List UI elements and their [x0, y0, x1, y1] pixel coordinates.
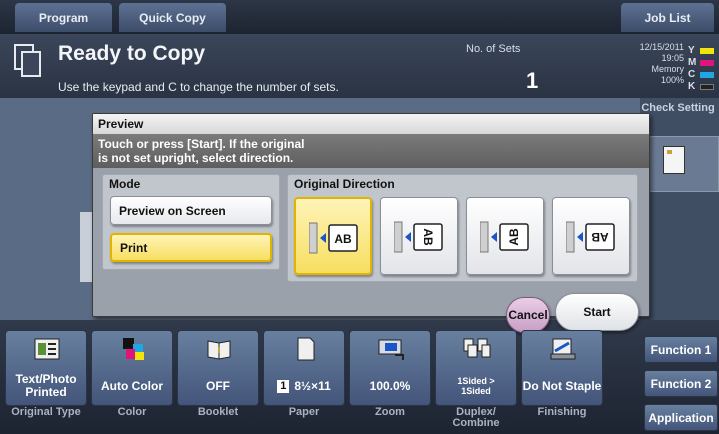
color-label: Color [117, 406, 147, 418]
paper-tray-badge: 1 [277, 379, 290, 393]
orientation-rotated-left-icon: AB [394, 221, 443, 253]
orientation-text: AB [421, 228, 435, 246]
orientation-text: AB [334, 232, 352, 246]
orientation-upside-down-icon: AB [566, 221, 615, 253]
zoom-label: Zoom [375, 406, 405, 418]
sets-label: No. of Sets [466, 43, 521, 55]
mode-label: Mode [109, 177, 141, 191]
top-tab-bar: Program Quick Copy Job List [0, 0, 719, 34]
direction-rotated-left-button[interactable]: AB [380, 197, 458, 275]
mode-group: Mode Preview on Screen Print [102, 174, 280, 270]
duplex-value-line: 1Sided [461, 386, 491, 396]
page-subtitle: Use the keypad and C to change the numbe… [58, 80, 339, 94]
toner-bar [700, 60, 714, 66]
paper-sheet-icon [297, 337, 315, 361]
toner-bar [700, 72, 714, 78]
staple-icon [550, 338, 576, 360]
booklet-label: Booklet [197, 406, 239, 418]
dialog-title: Preview [93, 114, 649, 134]
time-text: 19:05 [661, 53, 684, 63]
original-direction-group: Original Direction AB AB AB AB [287, 174, 638, 282]
dialog-message-line: Touch or press [Start]. If the original [98, 137, 305, 151]
original-type-value: Text/Photo Printed [15, 372, 77, 399]
paper-value: 1 8½×11 [264, 369, 344, 403]
color-squares-icon [123, 338, 144, 360]
page-title: Ready to Copy [58, 42, 206, 65]
original-preview-panel [645, 136, 719, 192]
copy-icon [14, 44, 41, 77]
toner-bar [700, 48, 714, 54]
original-type-key[interactable]: Text/Photo Printed [5, 330, 87, 406]
orientation-text: AB [591, 230, 609, 244]
duplex-value: 1Sided > 1Sided [436, 369, 516, 403]
preview-on-screen-button[interactable]: Preview on Screen [110, 196, 272, 225]
preview-dialog: Preview Touch or press [Start]. If the o… [92, 113, 650, 317]
duplex-combine-label: Duplex/ Combine [435, 407, 517, 429]
toner-level-cyan: C [688, 69, 718, 80]
machine-info: 12/15/2011 19:05 Memory 100% [614, 42, 684, 86]
zoom-icon [378, 339, 404, 360]
dialog-message-line: is not set upright, select direction. [98, 151, 294, 165]
memory-label: Memory [651, 64, 684, 74]
document-icon [663, 146, 685, 174]
function-1-button[interactable]: Function 1 [644, 336, 718, 363]
paper-label: Paper [288, 406, 320, 418]
cancel-button[interactable]: Cancel [506, 297, 550, 333]
toner-level-yellow: Y [688, 45, 718, 56]
finishing-value: Do Not Staple [522, 378, 602, 393]
sets-value: 1 [526, 68, 539, 93]
duplex-combine-key[interactable]: 1Sided > 1Sided [435, 330, 517, 406]
original-type-label: Original Type [11, 406, 81, 418]
zoom-key[interactable]: 100.0% [349, 330, 431, 406]
date-text: 12/15/2011 [639, 42, 684, 52]
toner-bar [700, 84, 714, 90]
toner-level-black: K [688, 81, 718, 92]
color-key[interactable]: Auto Color [91, 330, 173, 406]
paper-key[interactable]: 1 8½×11 [263, 330, 345, 406]
dialog-message: Touch or press [Start]. If the original … [93, 134, 649, 168]
function-2-button[interactable]: Function 2 [644, 370, 718, 397]
paper-size-text: 8½×11 [294, 378, 331, 393]
duplex-icon [463, 338, 491, 358]
booklet-value: OFF [206, 378, 230, 393]
start-button[interactable]: Start [555, 293, 639, 331]
toner-letter: M [688, 57, 697, 68]
memory-value: 100% [660, 75, 684, 85]
toner-letter: Y [688, 45, 695, 56]
booklet-icon [207, 340, 231, 360]
tab-job-list[interactable]: Job List [621, 3, 714, 32]
orientation-rotated-right-icon: AB [480, 221, 529, 253]
original-direction-label: Original Direction [294, 177, 395, 191]
check-setting-button[interactable]: Check Setting [638, 98, 718, 118]
document-text-photo-icon [34, 338, 60, 360]
booklet-key[interactable]: OFF [177, 330, 259, 406]
color-value: Auto Color [101, 378, 163, 393]
application-button[interactable]: Application [644, 404, 718, 431]
duplex-label-line: Combine [452, 417, 500, 429]
print-button[interactable]: Print [110, 233, 272, 262]
status-header: Ready to Copy Use the keypad and C to ch… [0, 34, 719, 98]
orientation-text: AB [507, 228, 521, 246]
toner-letter: C [688, 69, 696, 80]
tab-program[interactable]: Program [15, 3, 112, 32]
background-panel-edge [80, 212, 92, 282]
zoom-value: 100.0% [369, 378, 411, 393]
direction-upright-button[interactable]: AB [294, 197, 372, 275]
toner-level-magenta: M [688, 57, 718, 68]
duplex-value-line: 1Sided > [457, 376, 495, 386]
finishing-key[interactable]: Do Not Staple [521, 330, 603, 406]
orientation-upright-icon: AB [309, 222, 358, 254]
direction-upside-down-button[interactable]: AB [552, 197, 630, 275]
direction-rotated-right-button[interactable]: AB [466, 197, 544, 275]
toner-letter: K [688, 81, 696, 92]
finishing-label: Finishing [537, 406, 587, 418]
tab-quick-copy[interactable]: Quick Copy [119, 3, 226, 32]
